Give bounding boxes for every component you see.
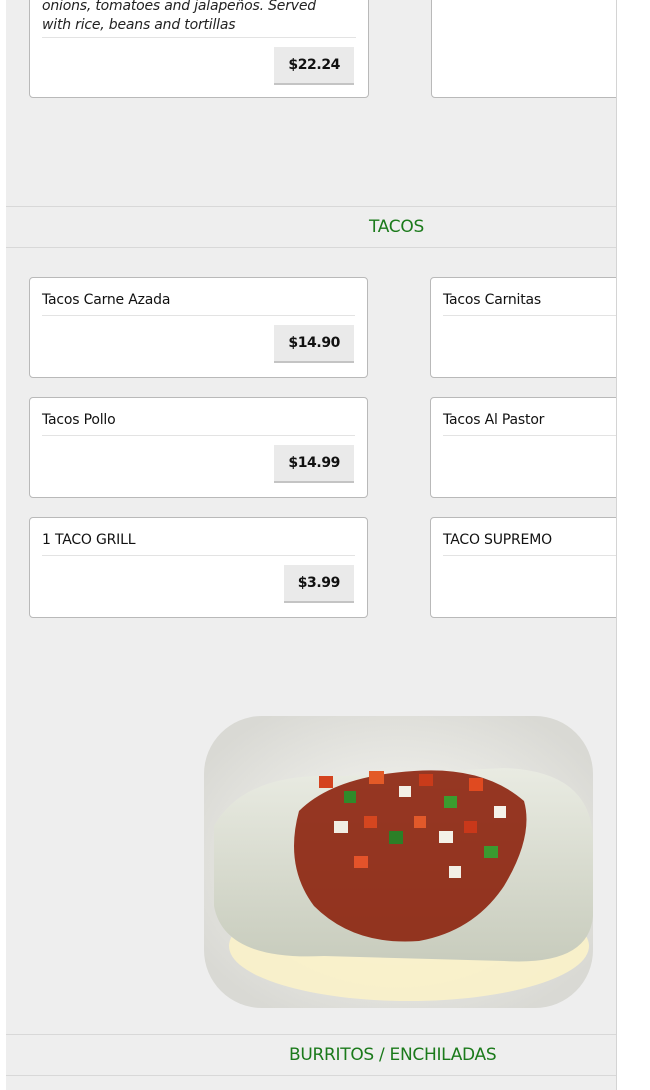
menu-item-card[interactable]: Tacos Al Pastor — [430, 397, 616, 498]
burrito-photo — [204, 716, 593, 1008]
add-to-cart-price-button[interactable]: $14.99 — [274, 445, 354, 483]
menu-panel: onions, tomatoes and jalapeños. Served w… — [6, 0, 617, 1090]
menu-item-name: Tacos Pollo — [42, 412, 116, 428]
section-header-tacos: TACOS — [6, 206, 616, 248]
divider — [42, 315, 355, 316]
menu-item-card[interactable]: onions, tomatoes and jalapeños. Served w… — [29, 0, 369, 98]
divider — [443, 435, 616, 436]
divider — [42, 37, 356, 38]
menu-item-card[interactable]: 1 TACO GRILL $3.99 — [29, 517, 368, 618]
divider — [42, 435, 355, 436]
menu-item-description: onions, tomatoes and jalapeños. Served w… — [42, 0, 316, 33]
section-title: BURRITOS / ENCHILADAS — [289, 1045, 497, 1065]
add-to-cart-price-button[interactable]: $3.99 — [283, 565, 354, 603]
menu-item-name: Tacos Carnitas — [443, 292, 542, 308]
menu-item-card[interactable]: Tacos Carne Azada $14.90 — [29, 277, 368, 378]
section-header-burritos-enchiladas: BURRITOS / ENCHILADAS — [6, 1034, 616, 1076]
menu-item-name: TACO SUPREMO — [443, 532, 552, 548]
menu-item-name: Tacos Al Pastor — [443, 412, 545, 428]
section-title: TACOS — [369, 217, 424, 237]
menu-item-name: Tacos Carne Azada — [42, 292, 171, 308]
divider — [443, 315, 616, 316]
menu-item-card[interactable] — [431, 0, 616, 98]
add-to-cart-price-button[interactable]: $14.90 — [274, 325, 354, 363]
divider — [42, 555, 355, 556]
add-to-cart-price-button[interactable]: $22.24 — [274, 47, 354, 85]
menu-item-card[interactable]: Tacos Carnitas — [430, 277, 616, 378]
menu-item-name: 1 TACO GRILL — [42, 532, 136, 548]
menu-item-card[interactable]: Tacos Pollo $14.99 — [29, 397, 368, 498]
menu-item-card[interactable]: TACO SUPREMO — [430, 517, 616, 618]
divider — [443, 555, 616, 556]
